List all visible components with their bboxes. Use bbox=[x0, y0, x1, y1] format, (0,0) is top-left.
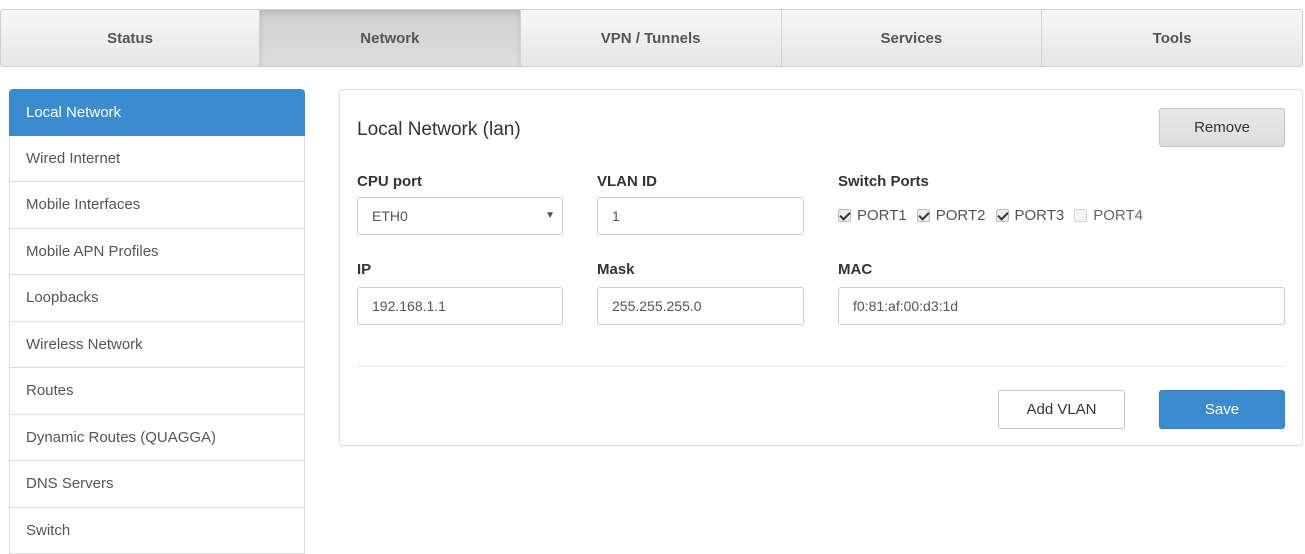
top-navigation: Status Network VPN / Tunnels Services To… bbox=[0, 9, 1303, 67]
ip-input[interactable]: 192.168.1.1 bbox=[357, 287, 563, 325]
sidebar-item-switch[interactable]: Switch bbox=[9, 508, 305, 554]
ip-label: IP bbox=[357, 261, 371, 278]
vlan-id-label: VLAN ID bbox=[597, 173, 657, 190]
mac-value: f0:81:af:00:d3:1d bbox=[853, 298, 958, 314]
port4-checkbox[interactable]: PORT4 bbox=[1074, 207, 1143, 224]
tab-services[interactable]: Services bbox=[782, 10, 1043, 66]
remove-button[interactable]: Remove bbox=[1159, 108, 1285, 147]
port2-checkbox[interactable]: PORT2 bbox=[917, 207, 986, 224]
port2-label: PORT2 bbox=[936, 207, 986, 224]
port3-checkbox[interactable]: PORT3 bbox=[996, 207, 1065, 224]
port1-checkbox[interactable]: PORT1 bbox=[838, 207, 907, 224]
port4-label: PORT4 bbox=[1093, 207, 1143, 224]
switch-ports-group: PORT1 PORT2 PORT3 PORT4 bbox=[838, 207, 1153, 224]
sidebar-item-local-network[interactable]: Local Network bbox=[9, 89, 305, 136]
port3-label: PORT3 bbox=[1015, 207, 1065, 224]
cpu-port-label: CPU port bbox=[357, 173, 422, 190]
vlan-id-value: 1 bbox=[612, 208, 620, 224]
mac-label: MAC bbox=[838, 261, 872, 278]
tab-status[interactable]: Status bbox=[1, 10, 260, 66]
switch-ports-label: Switch Ports bbox=[838, 173, 929, 190]
sidebar-item-dns-servers[interactable]: DNS Servers bbox=[9, 461, 305, 508]
sidebar: Local Network Wired Internet Mobile Inte… bbox=[9, 89, 305, 554]
vlan-id-input[interactable]: 1 bbox=[597, 197, 804, 235]
caret-down-icon: ▼ bbox=[545, 210, 555, 221]
mask-input[interactable]: 255.255.255.0 bbox=[597, 287, 804, 325]
checkbox-checked-icon bbox=[838, 209, 851, 222]
checkbox-checked-icon bbox=[996, 209, 1009, 222]
add-vlan-button[interactable]: Add VLAN bbox=[998, 390, 1125, 429]
cpu-port-select[interactable]: ETH0 ▼ bbox=[357, 197, 563, 235]
tab-vpn-tunnels[interactable]: VPN / Tunnels bbox=[521, 10, 782, 66]
sidebar-item-wired-internet[interactable]: Wired Internet bbox=[9, 136, 305, 183]
save-button[interactable]: Save bbox=[1159, 390, 1285, 429]
mask-value: 255.255.255.0 bbox=[612, 298, 702, 314]
mask-label: Mask bbox=[597, 261, 635, 278]
ip-value: 192.168.1.1 bbox=[372, 298, 446, 314]
panel-title: Local Network (lan) bbox=[357, 119, 521, 141]
divider bbox=[357, 366, 1285, 367]
sidebar-item-wireless-network[interactable]: Wireless Network bbox=[9, 322, 305, 369]
sidebar-item-routes[interactable]: Routes bbox=[9, 368, 305, 415]
local-network-panel: Local Network (lan) Remove CPU port ETH0… bbox=[339, 89, 1303, 446]
mac-input[interactable]: f0:81:af:00:d3:1d bbox=[838, 287, 1285, 325]
checkbox-checked-icon bbox=[917, 209, 930, 222]
sidebar-item-mobile-apn-profiles[interactable]: Mobile APN Profiles bbox=[9, 229, 305, 276]
cpu-port-value: ETH0 bbox=[372, 208, 408, 224]
tab-network[interactable]: Network bbox=[260, 10, 521, 66]
sidebar-item-loopbacks[interactable]: Loopbacks bbox=[9, 275, 305, 322]
sidebar-item-dynamic-routes[interactable]: Dynamic Routes (QUAGGA) bbox=[9, 415, 305, 462]
port1-label: PORT1 bbox=[857, 207, 907, 224]
sidebar-item-mobile-interfaces[interactable]: Mobile Interfaces bbox=[9, 182, 305, 229]
checkbox-unchecked-icon bbox=[1074, 209, 1087, 222]
tab-tools[interactable]: Tools bbox=[1042, 10, 1302, 66]
